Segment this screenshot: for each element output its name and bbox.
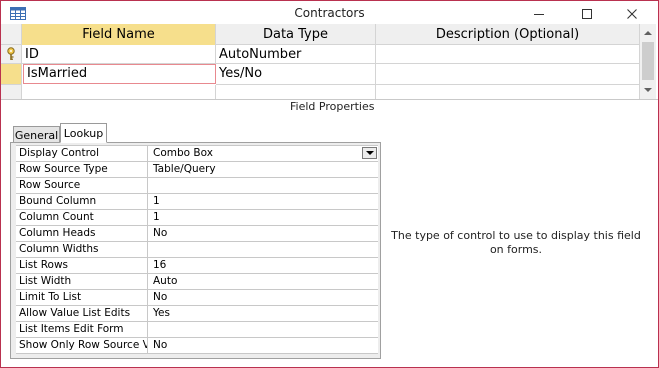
property-value[interactable]: 16 [149,258,378,273]
scroll-thumb[interactable] [642,42,654,80]
property-value[interactable]: No [149,338,378,353]
close-icon [627,9,637,19]
description-cell[interactable] [376,64,639,85]
property-value-text: Combo Box [153,147,213,159]
scroll-up-icon[interactable] [640,26,656,40]
property-value[interactable]: Table/Query [149,162,378,177]
tab-lookup[interactable]: Lookup [60,123,107,143]
property-value[interactable] [149,242,378,257]
description-cell[interactable] [376,85,639,99]
property-name: Limit To List [16,290,148,305]
property-row[interactable]: Column Count 1 [16,210,378,226]
column-header-data-type[interactable]: Data Type [216,24,376,45]
property-row[interactable]: Display Control Combo Box [16,146,378,162]
properties-table: Display Control Combo Box Row Source Typ… [16,145,378,354]
window-title: Contractors [294,6,365,20]
maximize-icon [582,9,592,19]
data-type-cell[interactable]: AutoNumber [216,45,376,64]
property-name: Bound Column [16,194,148,209]
design-view-window: Contractors Field Name Data Type Descrip… [0,0,659,368]
field-name-cell[interactable] [22,85,216,99]
property-row[interactable]: Row Source [16,178,378,194]
property-value[interactable]: 1 [149,194,378,209]
property-value[interactable]: Yes [149,306,378,321]
property-row[interactable]: List Width Auto [16,274,378,290]
property-row[interactable]: List Items Edit Form [16,322,378,338]
property-row[interactable]: List Rows 16 [16,258,378,274]
property-row[interactable]: Limit To List No [16,290,378,306]
property-name: List Width [16,274,148,289]
primary-key-icon [7,47,15,60]
property-name: Column Count [16,210,148,225]
property-value[interactable]: No [149,290,378,305]
property-name: List Items Edit Form [16,322,148,337]
chevron-down-icon [365,150,374,155]
close-button[interactable] [618,4,646,24]
row-selector-3[interactable] [1,85,22,99]
property-row[interactable]: Show Only Row Source Values No [16,338,378,354]
property-row[interactable]: Row Source Type Table/Query [16,162,378,178]
maximize-button[interactable] [573,4,601,24]
property-name: Row Source Type [16,162,148,177]
property-row[interactable]: Allow Value List Edits Yes [16,306,378,322]
grid-scrollbar[interactable] [639,24,656,99]
scroll-down-icon[interactable] [640,83,656,97]
column-header-description[interactable]: Description (Optional) [376,24,639,45]
property-value[interactable]: No [149,226,378,241]
property-value[interactable]: Combo Box [149,146,378,161]
field-grid: Field Name Data Type Description (Option… [1,24,658,100]
field-name-cell[interactable]: ID [22,45,216,64]
property-value[interactable] [149,322,378,337]
property-value[interactable]: 1 [149,210,378,225]
property-name: Column Widths [16,242,148,257]
property-help-text: The type of control to use to display th… [391,229,641,256]
row-selector-1[interactable] [1,45,22,64]
field-name-cell[interactable]: IsMarried [23,64,216,84]
row-selector-header [1,24,22,45]
property-row[interactable]: Column Widths [16,242,378,258]
lookup-properties-panel: Display Control Combo Box Row Source Typ… [10,142,381,359]
property-name: Show Only Row Source Values [16,338,148,353]
data-type-cell[interactable]: Yes/No [216,64,376,85]
property-value[interactable]: Auto [149,274,378,289]
minimize-button[interactable] [525,4,553,24]
property-name: Display Control [16,146,148,161]
minimize-icon [534,14,544,15]
property-row[interactable]: Bound Column 1 [16,194,378,210]
field-properties-label: Field Properties [290,100,375,113]
property-name: Row Source [16,178,148,193]
property-name: Allow Value List Edits [16,306,148,321]
description-cell[interactable] [376,45,639,64]
row-selector-2[interactable] [1,64,22,85]
property-row[interactable]: Column Heads No [16,226,378,242]
property-name: Column Heads [16,226,148,241]
column-header-field-name[interactable]: Field Name [22,24,216,45]
property-value[interactable] [149,178,378,193]
dropdown-button[interactable] [362,147,377,159]
data-type-cell[interactable] [216,85,376,99]
property-name: List Rows [16,258,148,273]
tab-general[interactable]: General [13,126,60,143]
